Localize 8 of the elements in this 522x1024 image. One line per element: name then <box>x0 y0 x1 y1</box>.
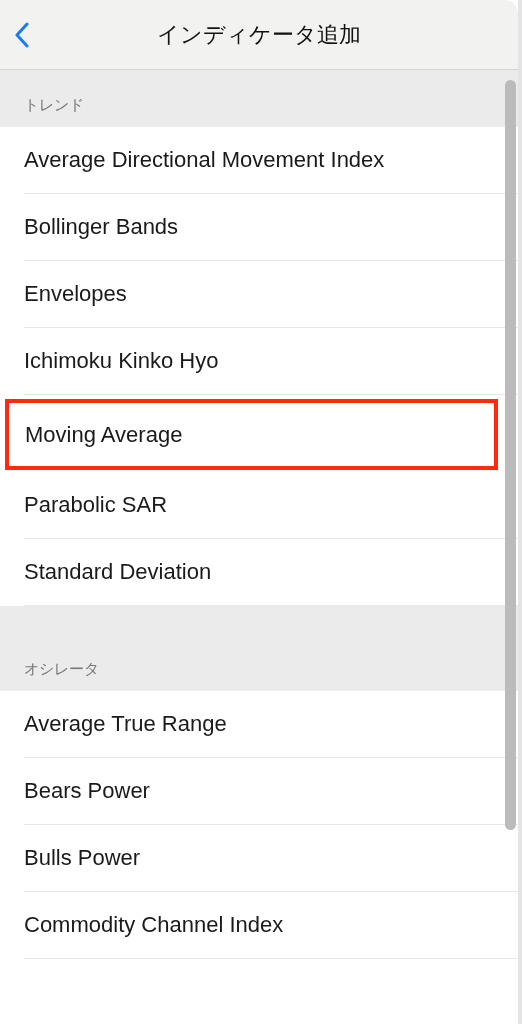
indicator-list-item[interactable]: Commodity Channel Index <box>24 892 518 959</box>
section-title: トレンド <box>24 96 84 115</box>
back-chevron-icon[interactable] <box>14 22 30 48</box>
indicator-list-item[interactable]: Moving Average <box>5 399 498 470</box>
scrollbar[interactable] <box>505 80 516 830</box>
section-title: オシレータ <box>24 660 99 679</box>
screen-title: インディケータ追加 <box>157 20 361 49</box>
indicator-list-item[interactable]: Bulls Power <box>24 825 518 892</box>
